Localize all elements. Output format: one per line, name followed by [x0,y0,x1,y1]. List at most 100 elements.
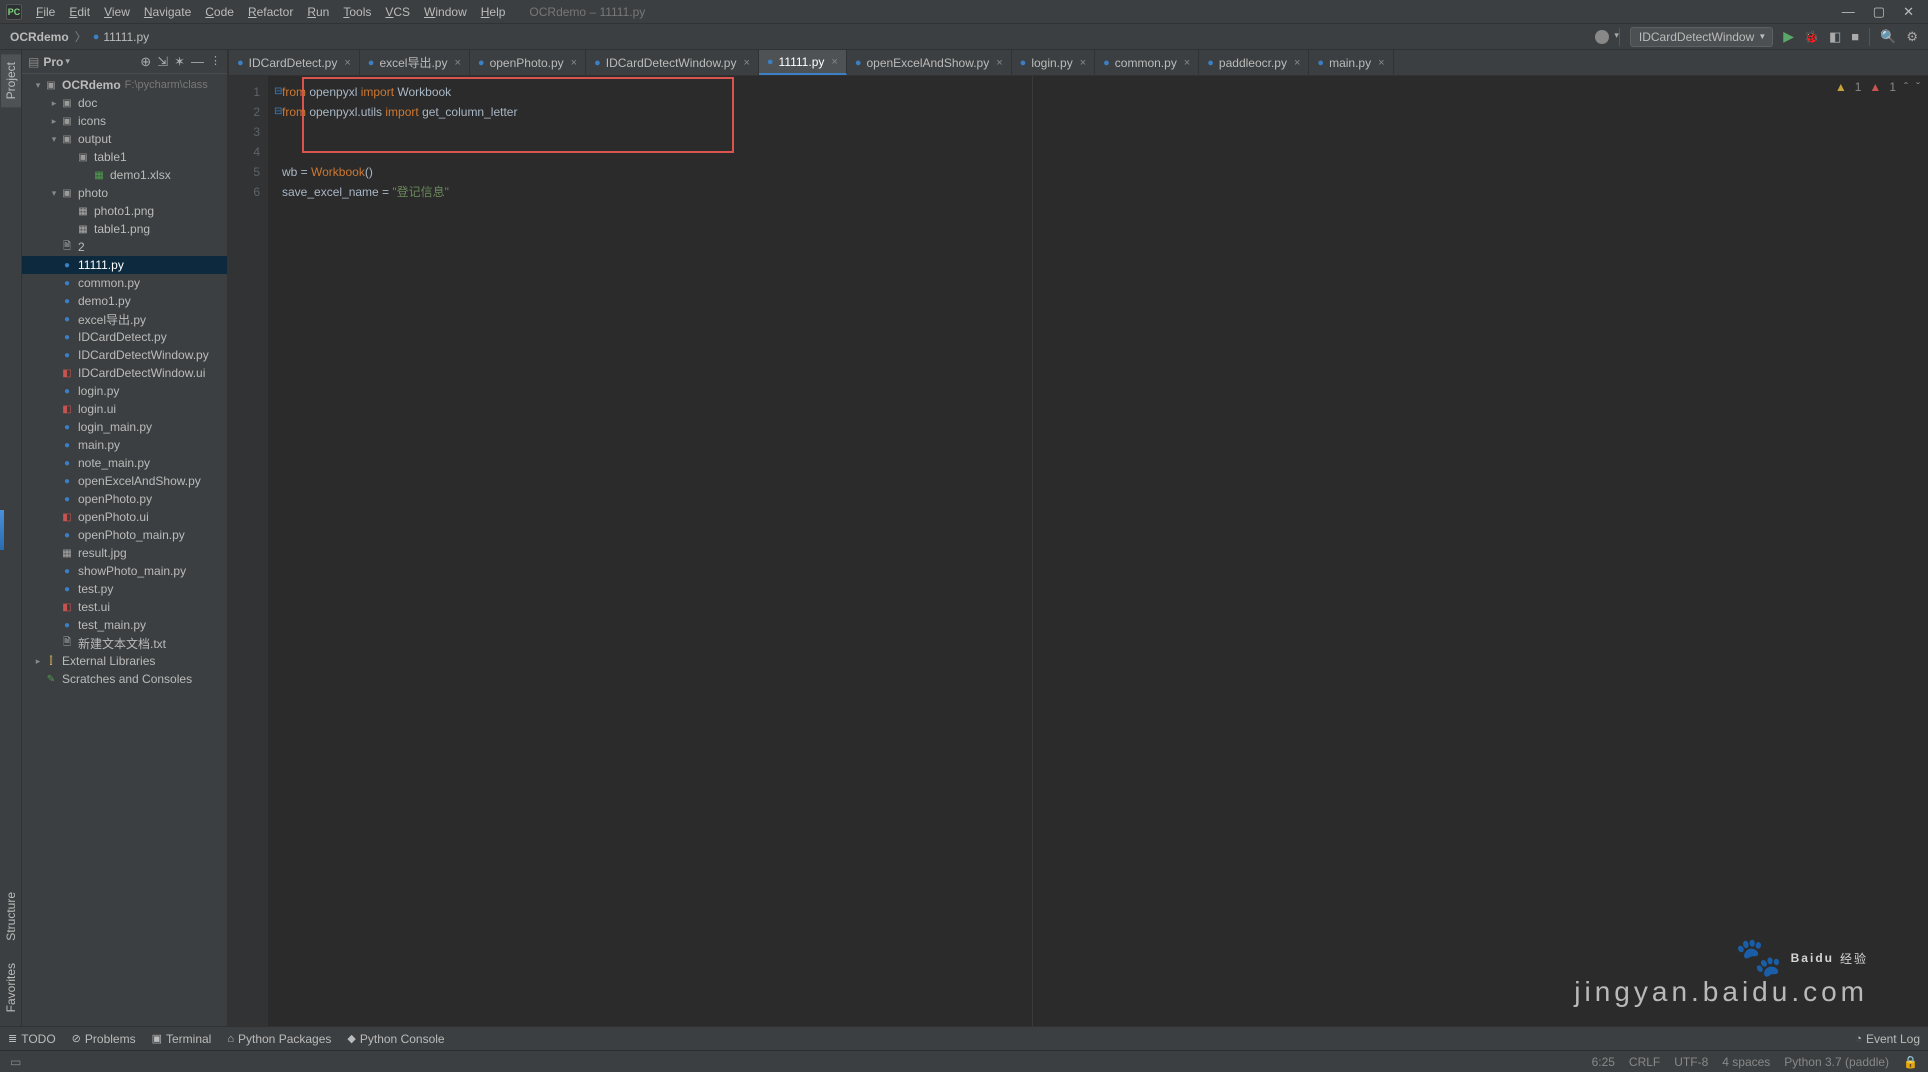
project-dropdown-icon[interactable]: ▾ [65,56,70,67]
project-toolwindow-tab[interactable]: Project [1,54,21,107]
project-tree[interactable]: ▾▣OCRdemoF:\pycharm\class▸▣doc▸▣icons▾▣o… [22,74,227,1026]
tree-item[interactable]: ▾▣output [22,130,227,148]
close-tab-icon[interactable]: × [344,57,350,69]
tree-item[interactable]: ●showPhoto_main.py [22,562,227,580]
close-button[interactable]: ✕ [1903,4,1914,20]
run-config-combo[interactable]: IDCardDetectWindow [1630,27,1773,47]
tree-item[interactable]: ●openPhoto_main.py [22,526,227,544]
menu-vcs[interactable]: VCS [379,3,416,21]
inspection-up-icon[interactable]: ˆ [1904,80,1908,94]
debug-icon[interactable]: 🐞 [1804,30,1819,44]
breadcrumb-file[interactable]: ● 11111.py [93,30,149,44]
search-icon[interactable]: 🔍 [1880,29,1896,45]
python-packages-tool[interactable]: ⌂Python Packages [227,1032,331,1046]
tree-item[interactable]: ●common.py [22,274,227,292]
settings-gear-icon[interactable]: ⚙ [1906,29,1918,45]
inspection-widget[interactable]: ▲1 ▲1 ˆ ˇ [1835,80,1920,94]
tree-item[interactable]: ▣table1 [22,148,227,166]
readonly-lock-icon[interactable]: 🔒 [1903,1055,1918,1069]
python-interpreter[interactable]: Python 3.7 (paddle) [1784,1055,1889,1069]
stop-icon[interactable]: ■ [1851,29,1859,44]
editor-tab[interactable]: ●paddleocr.py× [1199,50,1309,75]
editor-tab[interactable]: ●openExcelAndShow.py× [847,50,1012,75]
status-tool-icon[interactable]: ▭ [10,1055,28,1069]
tree-item[interactable]: ●main.py [22,436,227,454]
tree-item[interactable]: ●note_main.py [22,454,227,472]
close-tab-icon[interactable]: × [1184,57,1190,69]
favorites-toolwindow-tab[interactable]: Favorites [1,955,21,1020]
editor-body[interactable]: 123456 ⊟from openpyxl import Workbook ⊟f… [228,76,1928,1026]
problems-tool[interactable]: ⊘Problems [72,1032,136,1046]
close-tab-icon[interactable]: × [1294,57,1300,69]
breadcrumb-project[interactable]: OCRdemo [10,30,69,44]
tree-item[interactable]: ▸▣icons [22,112,227,130]
tree-item[interactable]: ▸⫿External Libraries [22,652,227,670]
tree-item[interactable]: ●demo1.py [22,292,227,310]
menu-navigate[interactable]: Navigate [138,3,197,21]
code-content[interactable]: ⊟from openpyxl import Workbook ⊟from ope… [268,76,1928,1026]
tree-item[interactable]: ●openPhoto.py [22,490,227,508]
tree-item[interactable]: ▦demo1.xlsx [22,166,227,184]
inspection-down-icon[interactable]: ˇ [1916,80,1920,94]
expand-all-icon[interactable]: ⇲ [157,54,168,70]
tree-item[interactable]: ▾▣photo [22,184,227,202]
structure-toolwindow-tab[interactable]: Structure [1,884,21,949]
tree-item[interactable]: 🗎2 [22,238,227,256]
menu-file[interactable]: File [30,3,61,21]
editor-tab[interactable]: ●IDCardDetect.py× [228,50,360,75]
editor-tab[interactable]: ●login.py× [1012,50,1095,75]
menu-code[interactable]: Code [199,3,240,21]
file-encoding[interactable]: UTF-8 [1674,1055,1708,1069]
tree-item[interactable]: ●test.py [22,580,227,598]
locate-icon[interactable]: ⊕ [140,54,151,70]
tree-item[interactable]: ◧openPhoto.ui [22,508,227,526]
menu-view[interactable]: View [98,3,136,21]
todo-tool[interactable]: ≣TODO [8,1032,56,1046]
event-log-tool[interactable]: ◔Event Log [1855,1032,1920,1046]
menu-edit[interactable]: Edit [63,3,96,21]
editor-tab[interactable]: ●openPhoto.py× [470,50,586,75]
close-tab-icon[interactable]: × [1080,57,1086,69]
python-console-tool[interactable]: ◆Python Console [347,1032,444,1046]
tree-item[interactable]: ◧test.ui [22,598,227,616]
maximize-button[interactable]: ▢ [1873,4,1885,20]
tree-item[interactable]: 🗎新建文本文档.txt [22,634,227,652]
tree-item[interactable]: ▦table1.png [22,220,227,238]
tree-item[interactable]: ◧login.ui [22,400,227,418]
tree-item[interactable]: ✎Scratches and Consoles [22,670,227,688]
minimize-button[interactable]: — [1842,4,1855,20]
close-tab-icon[interactable]: × [571,57,577,69]
editor-tab[interactable]: ●common.py× [1095,50,1199,75]
project-header-title[interactable]: Pro [43,55,63,69]
editor-tab[interactable]: ●IDCardDetectWindow.py× [586,50,759,75]
menu-window[interactable]: Window [418,3,473,21]
tree-item[interactable]: ◧IDCardDetectWindow.ui [22,364,227,382]
terminal-tool[interactable]: ▣Terminal [152,1032,212,1046]
indent-setting[interactable]: 4 spaces [1722,1055,1770,1069]
close-tab-icon[interactable]: × [454,57,460,69]
run-coverage-icon[interactable]: ◧ [1829,29,1841,45]
tree-item[interactable]: ●login_main.py [22,418,227,436]
tree-item[interactable]: ●11111.py [22,256,227,274]
close-tab-icon[interactable]: × [831,56,837,68]
editor-tab[interactable]: ●excel导出.py× [360,50,470,75]
tree-item[interactable]: ●openExcelAndShow.py [22,472,227,490]
tree-item[interactable]: ▦photo1.png [22,202,227,220]
cursor-position[interactable]: 6:25 [1592,1055,1615,1069]
user-icon[interactable] [1595,30,1609,44]
tree-item[interactable]: ▾▣OCRdemoF:\pycharm\class [22,76,227,94]
close-tab-icon[interactable]: × [996,57,1002,69]
close-tab-icon[interactable]: × [1378,57,1384,69]
menu-refactor[interactable]: Refactor [242,3,299,21]
editor-tab[interactable]: ●main.py× [1309,50,1393,75]
menu-help[interactable]: Help [475,3,512,21]
tree-item[interactable]: ●IDCardDetectWindow.py [22,346,227,364]
collapse-icon[interactable]: ✶ [174,54,185,70]
gear-icon[interactable]: ⋮ [210,54,221,70]
hide-icon[interactable]: — [191,54,204,70]
tree-item[interactable]: ●IDCardDetect.py [22,328,227,346]
menu-run[interactable]: Run [301,3,335,21]
menu-tools[interactable]: Tools [337,3,377,21]
run-icon[interactable]: ▶ [1783,28,1794,45]
tree-item[interactable]: ▸▣doc [22,94,227,112]
